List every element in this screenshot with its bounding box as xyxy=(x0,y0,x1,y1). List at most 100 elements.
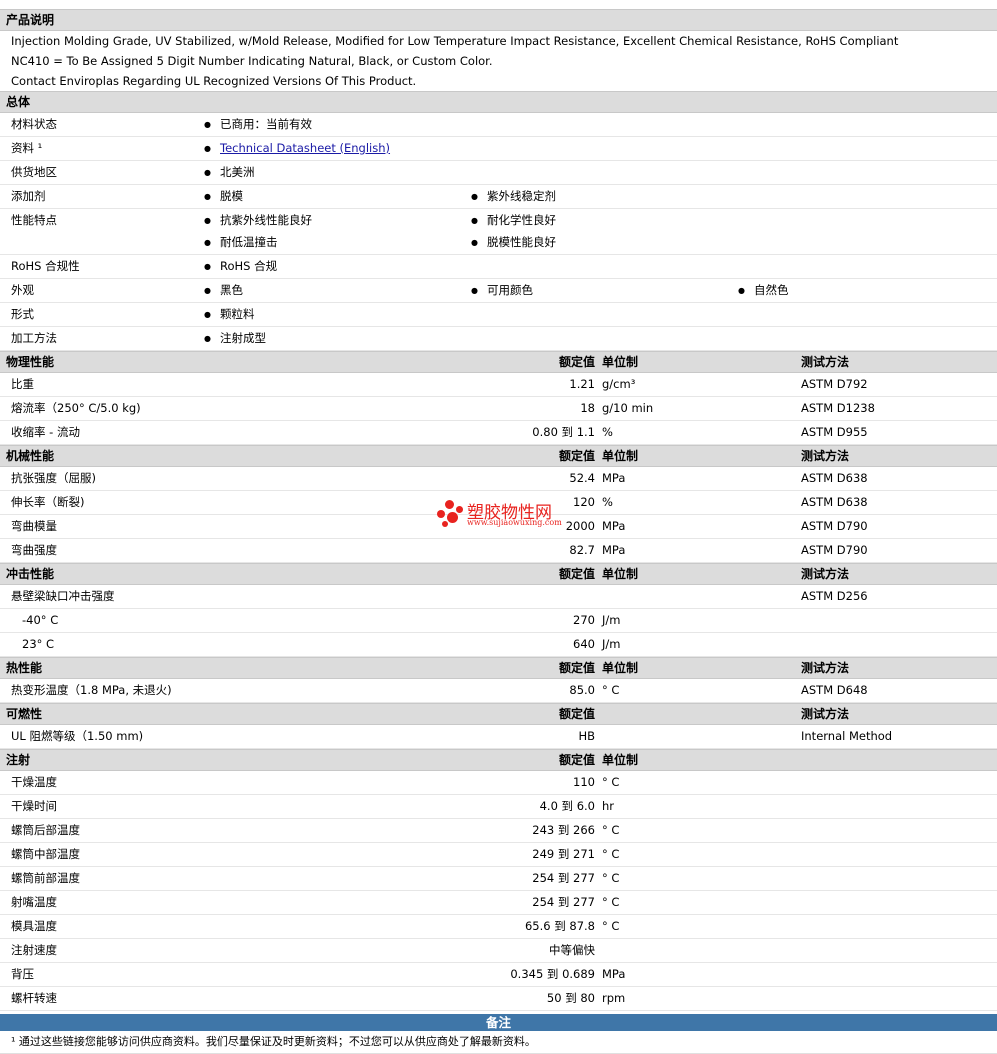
general-row-features: 性能特点 抗紫外线性能良好 耐化学性良好 耐低温撞击 脱模性能良好 xyxy=(0,209,997,255)
test-method: ASTM D790 xyxy=(801,519,868,533)
row-label: 加工方法 xyxy=(11,331,57,345)
header-nominal: 额定值 xyxy=(558,753,595,767)
property-value: 2000 xyxy=(565,519,595,533)
table-row: 模具温度 65.6 到 87.8 ° C xyxy=(0,915,997,939)
row-label: 形式 xyxy=(11,307,34,321)
property-unit: MPa xyxy=(602,967,626,981)
property-unit: MPa xyxy=(602,471,626,485)
bullet-value: 紫外线稳定剂 xyxy=(471,185,556,208)
bullet-value: 可用颜色 xyxy=(471,279,533,302)
row-label: 供货地区 xyxy=(11,165,57,179)
description-line: Injection Molding Grade, UV Stabilized, … xyxy=(11,34,899,48)
bullet-value: 北美洲 xyxy=(204,161,255,184)
property-label: 干燥时间 xyxy=(11,799,57,813)
property-value: 18 xyxy=(580,401,595,415)
property-label: 收缩率 - 流动 xyxy=(11,425,80,439)
general-row-form: 形式 颗粒料 xyxy=(0,303,997,327)
bullet-value: 注射成型 xyxy=(204,327,266,350)
property-label: 弯曲模量 xyxy=(11,519,57,533)
property-label: 螺筒前部温度 xyxy=(11,871,80,885)
bullet-value: 自然色 xyxy=(738,279,789,302)
property-unit: J/m xyxy=(602,637,621,651)
test-method: Internal Method xyxy=(801,729,893,743)
property-unit: ° C xyxy=(602,823,620,837)
test-method: ASTM D790 xyxy=(801,543,868,557)
table-row: 弯曲强度 82.7 MPa ASTM D790 xyxy=(0,539,997,563)
section-title: 机械性能 xyxy=(6,449,55,463)
property-value: 50 到 80 xyxy=(546,991,595,1005)
header-method: 测试方法 xyxy=(801,355,850,369)
property-value: 4.0 到 6.0 xyxy=(539,799,595,813)
header-nominal: 额定值 xyxy=(558,661,595,675)
table-row: 射嘴温度 254 到 277 ° C xyxy=(0,891,997,915)
property-value: HB xyxy=(578,729,595,743)
flammability-rows: UL 阻燃等级（1.50 mm) HB Internal Method xyxy=(0,725,997,749)
bullet-value: Technical Datasheet (English) xyxy=(204,137,390,160)
property-value: 120 xyxy=(573,495,595,509)
bullet-value: 已商用：当前有效 xyxy=(204,113,312,136)
footnote-text: ¹ 通过这些链接您能够访问供应商资料。我们尽量保证及时更新资料；不过您可以从供应… xyxy=(11,1035,536,1048)
row-label: RoHS 合规性 xyxy=(11,259,80,273)
table-row: 比重 1.21 g/cm³ ASTM D792 xyxy=(0,373,997,397)
test-method: ASTM D955 xyxy=(801,425,868,439)
property-label: 螺筒后部温度 xyxy=(11,823,80,837)
property-label: 注射速度 xyxy=(11,943,57,957)
bullet-value: 黑色 xyxy=(204,279,243,302)
row-label: 性能特点 xyxy=(11,213,57,227)
test-method: ASTM D638 xyxy=(801,495,868,509)
property-unit: MPa xyxy=(602,543,626,557)
datasheet: 产品说明 Injection Molding Grade, UV Stabili… xyxy=(0,9,997,1054)
header-method: 测试方法 xyxy=(801,567,850,581)
table-row: 背压 0.345 到 0.689 MPa xyxy=(0,963,997,987)
property-value: 270 xyxy=(573,613,595,627)
header-nominal: 额定值 xyxy=(558,355,595,369)
watermark-url: www.sujiaowuxing.com xyxy=(467,518,562,527)
general-row-rohs: RoHS 合规性 RoHS 合规 xyxy=(0,255,997,279)
table-row: 注射速度 中等偏快 xyxy=(0,939,997,963)
property-label: 悬壁梁缺口冲击强度 xyxy=(11,589,115,603)
property-unit: ° C xyxy=(602,919,620,933)
property-value: 249 到 271 xyxy=(532,847,595,861)
property-label: 螺筒中部温度 xyxy=(11,847,80,861)
table-row: 螺筒后部温度 243 到 266 ° C xyxy=(0,819,997,843)
test-method: ASTM D256 xyxy=(801,589,868,603)
test-method: ASTM D1238 xyxy=(801,401,875,415)
table-row: 悬壁梁缺口冲击强度 ASTM D256 xyxy=(0,585,997,609)
test-method: ASTM D638 xyxy=(801,471,868,485)
property-label: 弯曲强度 xyxy=(11,543,57,557)
table-row: 熔流率（250° C/5.0 kg) 18 g/10 min ASTM D1238 xyxy=(0,397,997,421)
property-value: 52.4 xyxy=(569,471,595,485)
table-row: 抗张强度（屈服) 52.4 MPa ASTM D638 xyxy=(0,467,997,491)
table-row: 收缩率 - 流动 0.80 到 1.1% ASTM D955 xyxy=(0,421,997,445)
property-label: 抗张强度（屈服) xyxy=(11,471,96,485)
property-value: 82.7 xyxy=(569,543,595,557)
header-nominal: 额定值 xyxy=(558,449,595,463)
watermark-logo: 塑胶物性网 www.sujiaowuxing.com xyxy=(437,500,567,530)
property-unit: rpm xyxy=(602,991,626,1005)
table-row: 干燥时间 4.0 到 6.0 hr xyxy=(0,795,997,819)
notes-header: 备注 xyxy=(0,1014,997,1031)
table-row: 螺筒中部温度 249 到 271 ° C xyxy=(0,843,997,867)
bullet-value: 颗粒料 xyxy=(204,303,255,326)
property-label: 比重 xyxy=(11,377,34,391)
property-label: 背压 xyxy=(11,967,34,981)
property-label: -40° C xyxy=(22,613,59,627)
section-title: 注射 xyxy=(6,753,31,767)
general-row-region: 供货地区 北美洲 xyxy=(0,161,997,185)
header-method: 测试方法 xyxy=(801,661,850,675)
section-header-general: 总体 xyxy=(0,91,997,113)
test-method: ASTM D648 xyxy=(801,683,868,697)
section-title: 可燃性 xyxy=(6,707,43,721)
header-unit: 单位制 xyxy=(602,355,639,369)
property-value: 640 xyxy=(573,637,595,651)
property-label: 模具温度 xyxy=(11,919,57,933)
property-label: 熔流率（250° C/5.0 kg) xyxy=(11,401,141,415)
property-label: 伸长率（断裂) xyxy=(11,495,85,509)
row-label: 材料状态 xyxy=(11,117,57,131)
footnote-row: ¹ 通过这些链接您能够访问供应商资料。我们尽量保证及时更新资料；不过您可以从供应… xyxy=(0,1031,997,1054)
property-unit: ° C xyxy=(602,775,620,789)
property-unit: g/10 min xyxy=(602,401,654,415)
property-value: 1.21 xyxy=(569,377,595,391)
bullet-value: 脱模性能良好 xyxy=(471,231,556,254)
technical-datasheet-link[interactable]: Technical Datasheet (English) xyxy=(220,141,390,155)
